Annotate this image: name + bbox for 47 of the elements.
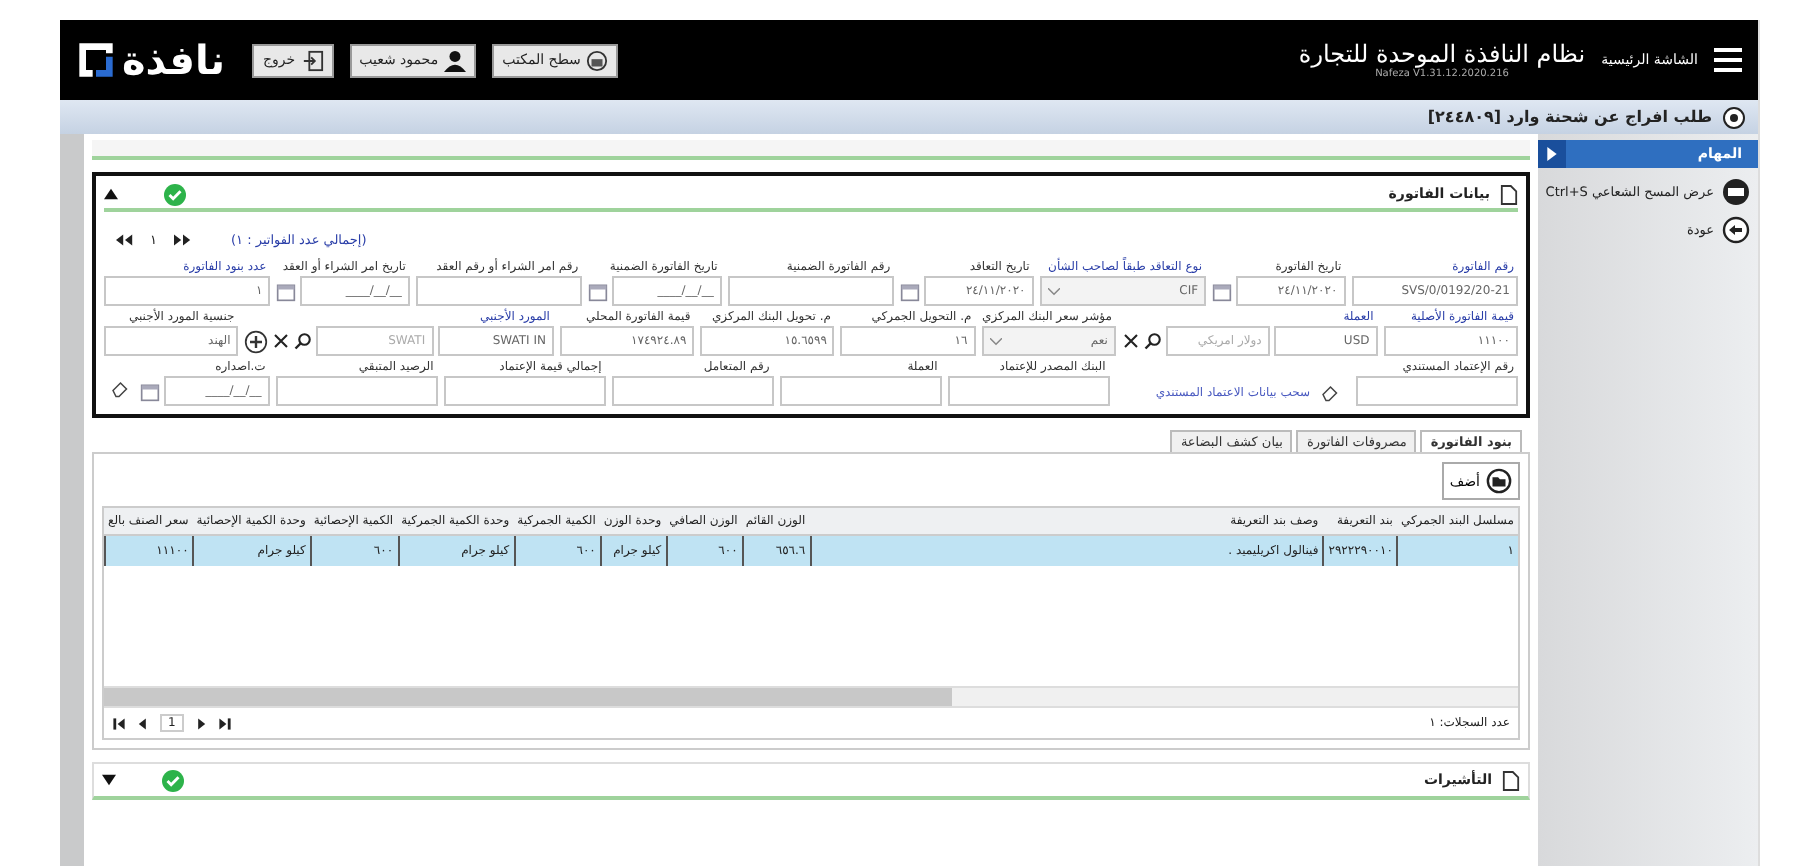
menu-icon[interactable] bbox=[1714, 48, 1742, 72]
first-page-icon[interactable] bbox=[112, 717, 126, 729]
clear-icon[interactable] bbox=[272, 332, 291, 350]
logo-icon bbox=[76, 40, 116, 80]
calendar-icon[interactable] bbox=[900, 281, 921, 301]
expand-icon[interactable] bbox=[102, 774, 116, 786]
input-field[interactable] bbox=[611, 376, 774, 406]
input-field[interactable] bbox=[275, 376, 438, 406]
user-icon bbox=[444, 49, 467, 71]
document-icon bbox=[1502, 769, 1520, 791]
horizontal-scrollbar[interactable] bbox=[104, 686, 1518, 706]
input-field[interactable] bbox=[415, 276, 583, 306]
chevron-icon bbox=[1047, 287, 1060, 295]
eraser-icon[interactable] bbox=[110, 380, 129, 398]
input-field[interactable] bbox=[947, 376, 1110, 406]
calendar-icon[interactable] bbox=[1212, 281, 1233, 301]
desktop-icon bbox=[586, 49, 609, 71]
check-icon bbox=[164, 183, 186, 205]
previous-page-icon[interactable] bbox=[136, 717, 150, 729]
calendar-icon[interactable] bbox=[276, 281, 297, 301]
collapse-icon[interactable] bbox=[104, 188, 118, 200]
next-page-icon[interactable] bbox=[193, 717, 208, 729]
search-icon[interactable] bbox=[294, 332, 313, 350]
input-field[interactable] bbox=[1356, 376, 1518, 406]
expand-icon[interactable] bbox=[1538, 140, 1566, 168]
folder-icon bbox=[1486, 468, 1512, 494]
check-icon bbox=[162, 769, 184, 791]
scanner-icon bbox=[1722, 178, 1750, 206]
eraser-icon[interactable] bbox=[1320, 384, 1339, 402]
back-icon bbox=[1722, 216, 1750, 244]
search-icon[interactable] bbox=[1143, 332, 1162, 350]
previous-page-button[interactable] bbox=[116, 234, 134, 246]
calendar-icon[interactable] bbox=[140, 381, 161, 401]
last-page-icon[interactable] bbox=[217, 717, 232, 729]
page-title: طلب افراج عن شحنة وارد [٢٤٤٨٠٩] bbox=[1427, 108, 1712, 126]
input-field[interactable] bbox=[727, 276, 895, 306]
system-title: نظام النافذة الموحدة للتجارة bbox=[1298, 40, 1586, 68]
document-icon bbox=[1500, 183, 1518, 205]
clear-icon[interactable] bbox=[1121, 332, 1140, 350]
input-field[interactable] bbox=[779, 376, 942, 406]
logo-text: نافذة bbox=[122, 36, 225, 84]
chevron-icon bbox=[989, 337, 1002, 345]
add-icon[interactable] bbox=[244, 329, 269, 353]
logout-icon bbox=[301, 49, 324, 71]
calendar-icon[interactable] bbox=[588, 281, 609, 301]
input-field[interactable] bbox=[443, 376, 606, 406]
next-page-button[interactable] bbox=[173, 234, 191, 246]
